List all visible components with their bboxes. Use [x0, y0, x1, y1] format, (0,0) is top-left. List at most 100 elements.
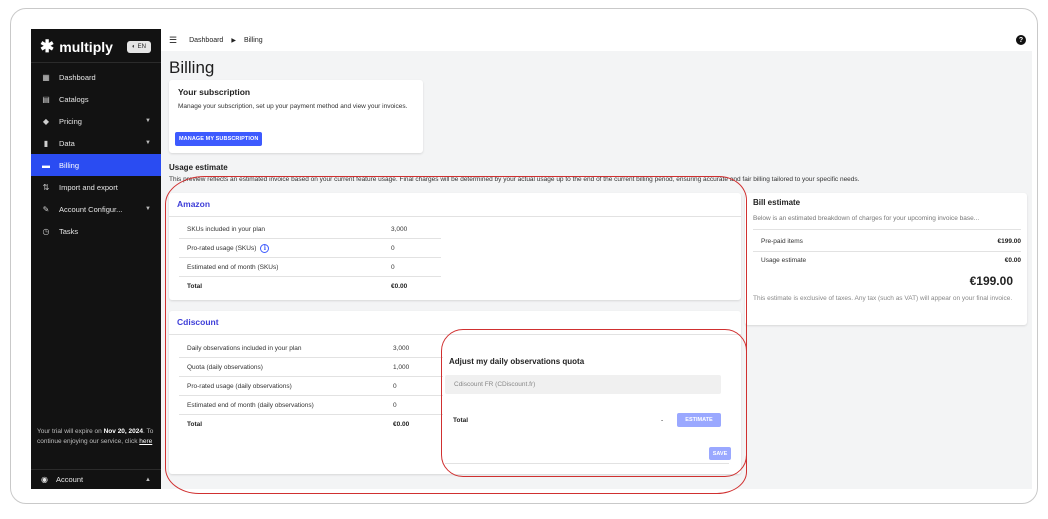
sidebar-item-import-export[interactable]: ⇅ Import and export	[31, 176, 161, 198]
bill-row-label: Pre-paid items	[761, 238, 803, 245]
chevron-down-icon: ▼	[145, 118, 151, 124]
menu-icon[interactable]: ☰	[169, 35, 177, 46]
table-row: Pro-rated usage (daily observations) 0	[179, 377, 443, 396]
account-menu[interactable]: ◉ Account ▲	[31, 470, 161, 489]
clock-icon: ◷	[42, 226, 50, 236]
row-value: 0	[393, 382, 397, 390]
breadcrumb-item-dashboard[interactable]: Dashboard	[189, 37, 223, 44]
row-value: 0	[393, 401, 397, 409]
bill-estimate-title: Bill estimate	[753, 198, 801, 207]
chart-icon: ▮	[43, 138, 49, 148]
language-toggle[interactable]: ◐ EN	[127, 41, 151, 53]
bill-estimate-description: Below is an estimated breakdown of charg…	[753, 215, 980, 222]
help-icon[interactable]: ?	[1016, 35, 1026, 45]
divider	[169, 216, 741, 217]
sidebar-item-label: Import and export	[59, 182, 118, 192]
row-value: 0	[391, 244, 395, 252]
sidebar-item-label: Dashboard	[59, 72, 96, 82]
quota-total-value: -	[661, 417, 664, 424]
quota-title: Adjust my daily observations quota	[449, 357, 585, 366]
info-icon[interactable]: i	[260, 243, 270, 253]
trial-link[interactable]: here	[139, 438, 152, 445]
import-export-icon: ⇅	[42, 182, 50, 192]
quota-panel: Adjust my daily observations quota Cdisc…	[445, 357, 735, 472]
sidebar: ✱ multiply ◐ EN ▦ Dashboard ▤ Catalogs ◆	[31, 29, 161, 489]
sidebar-item-label: Catalogs	[59, 94, 89, 104]
table-row: Quota (daily observations) 1,000	[179, 358, 443, 377]
cdiscount-table: Daily observations included in your plan…	[179, 339, 443, 434]
bill-row-label: Usage estimate	[761, 257, 807, 264]
divider	[445, 463, 729, 464]
language-code: EN	[137, 44, 146, 50]
sidebar-item-tasks[interactable]: ◷ Tasks	[31, 220, 161, 242]
sidebar-item-label: Tasks	[59, 226, 79, 236]
amazon-title: Amazon	[177, 199, 211, 209]
cdiscount-title: Cdiscount	[177, 317, 219, 327]
sidebar-divider	[31, 62, 161, 63]
sidebar-item-catalogs[interactable]: ▤ Catalogs	[31, 88, 161, 110]
row-label: Quota (daily observations)	[187, 363, 263, 371]
subscription-card: Your subscription Manage your subscripti…	[169, 80, 423, 153]
row-value: 1,000	[393, 363, 410, 371]
divider	[753, 251, 1021, 252]
row-value: 3,000	[391, 225, 408, 233]
quota-total-label: Total	[453, 417, 469, 424]
estimate-button[interactable]: ESTIMATE	[677, 413, 721, 427]
brand-logo[interactable]: ✱ multiply	[40, 37, 113, 56]
row-label: Estimated end of month (SKUs)	[187, 263, 279, 271]
usage-estimate-description: This preview reflects an estimated invoi…	[169, 176, 860, 183]
sidebar-nav: ▦ Dashboard ▤ Catalogs ◆ Pricing ▼ ▮ Dat…	[31, 66, 161, 242]
divider	[753, 229, 1021, 230]
breadcrumb-item-billing: Billing	[243, 36, 263, 44]
bill-row: Pre-paid items €199.00	[761, 238, 1021, 245]
row-label-text: Pro-rated usage (SKUs)	[187, 244, 257, 252]
chevron-down-icon: ▼	[145, 206, 151, 212]
sidebar-item-dashboard[interactable]: ▦ Dashboard	[31, 66, 161, 88]
table-row: SKUs included in your plan 3,000	[179, 220, 441, 239]
marketplace-select[interactable]: Cdiscount FR (CDiscount.fr)	[445, 375, 721, 394]
asterisk-logo-icon: ✱	[40, 37, 55, 56]
chevron-down-icon: ▼	[145, 140, 151, 146]
trial-text: Your trial will expire on	[37, 428, 104, 435]
table-row: Daily observations included in your plan…	[179, 339, 443, 358]
row-value: 3,000	[393, 344, 410, 352]
table-row: Estimated end of month (daily observatio…	[179, 396, 443, 415]
row-label: Total	[187, 283, 203, 290]
row-label: Pro-rated usage (SKUs) i	[179, 243, 391, 253]
account-label: Account	[55, 475, 84, 484]
row-value: €0.00	[391, 283, 408, 290]
sidebar-item-label: Data	[59, 138, 75, 148]
breadcrumb-separator-icon: ▶	[231, 37, 236, 44]
card-icon: ▬	[42, 160, 50, 170]
topbar: ☰ Dashboard ▶ Billing ?	[161, 29, 1032, 51]
table-row: Estimated end of month (SKUs) 0	[179, 258, 441, 277]
trial-date: Nov 20, 2024	[103, 428, 143, 435]
row-label: Pro-rated usage (daily observations)	[187, 382, 292, 390]
app: ✱ multiply ◐ EN ▦ Dashboard ▤ Catalogs ◆	[31, 29, 1032, 494]
sidebar-item-data[interactable]: ▮ Data ▼	[31, 132, 161, 154]
sidebar-item-account-configuration[interactable]: ✎ Account Configur... ▼	[31, 198, 161, 220]
toggle-icon: ◐	[132, 44, 136, 50]
manage-subscription-button[interactable]: MANAGE MY SUBSCRIPTION	[175, 132, 263, 146]
amazon-table: SKUs included in your plan 3,000 Pro-rat…	[179, 220, 441, 296]
sidebar-item-pricing[interactable]: ◆ Pricing ▼	[31, 110, 161, 132]
row-label: Daily observations included in your plan	[187, 344, 302, 352]
bill-tax-note: This estimate is exclusive of taxes. Any…	[753, 295, 1013, 302]
table-row: Pro-rated usage (SKUs) i 0	[179, 239, 441, 258]
total-row: Total €0.00	[179, 415, 443, 434]
tag-icon: ◆	[42, 116, 50, 126]
sidebar-item-billing[interactable]: ▬ Billing	[31, 154, 161, 176]
page-title: Billing	[169, 58, 215, 77]
total-row: Total €0.00	[179, 277, 441, 296]
subscription-description: Manage your subscription, set up your pa…	[178, 103, 408, 110]
dashboard-icon: ▦	[42, 72, 50, 82]
row-value: €0.00	[393, 421, 410, 428]
usage-estimate-title: Usage estimate	[169, 163, 228, 172]
bill-row-value: €199.00	[997, 238, 1022, 245]
save-button[interactable]: SAVE	[709, 447, 731, 460]
bill-row: Usage estimate €0.00	[761, 257, 1021, 264]
trial-notice: Your trial will expire on Nov 20, 2024. …	[37, 427, 155, 447]
row-label: SKUs included in your plan	[187, 225, 266, 233]
sidebar-item-label: Account Configur...	[59, 204, 123, 214]
row-value: 0	[391, 263, 395, 271]
